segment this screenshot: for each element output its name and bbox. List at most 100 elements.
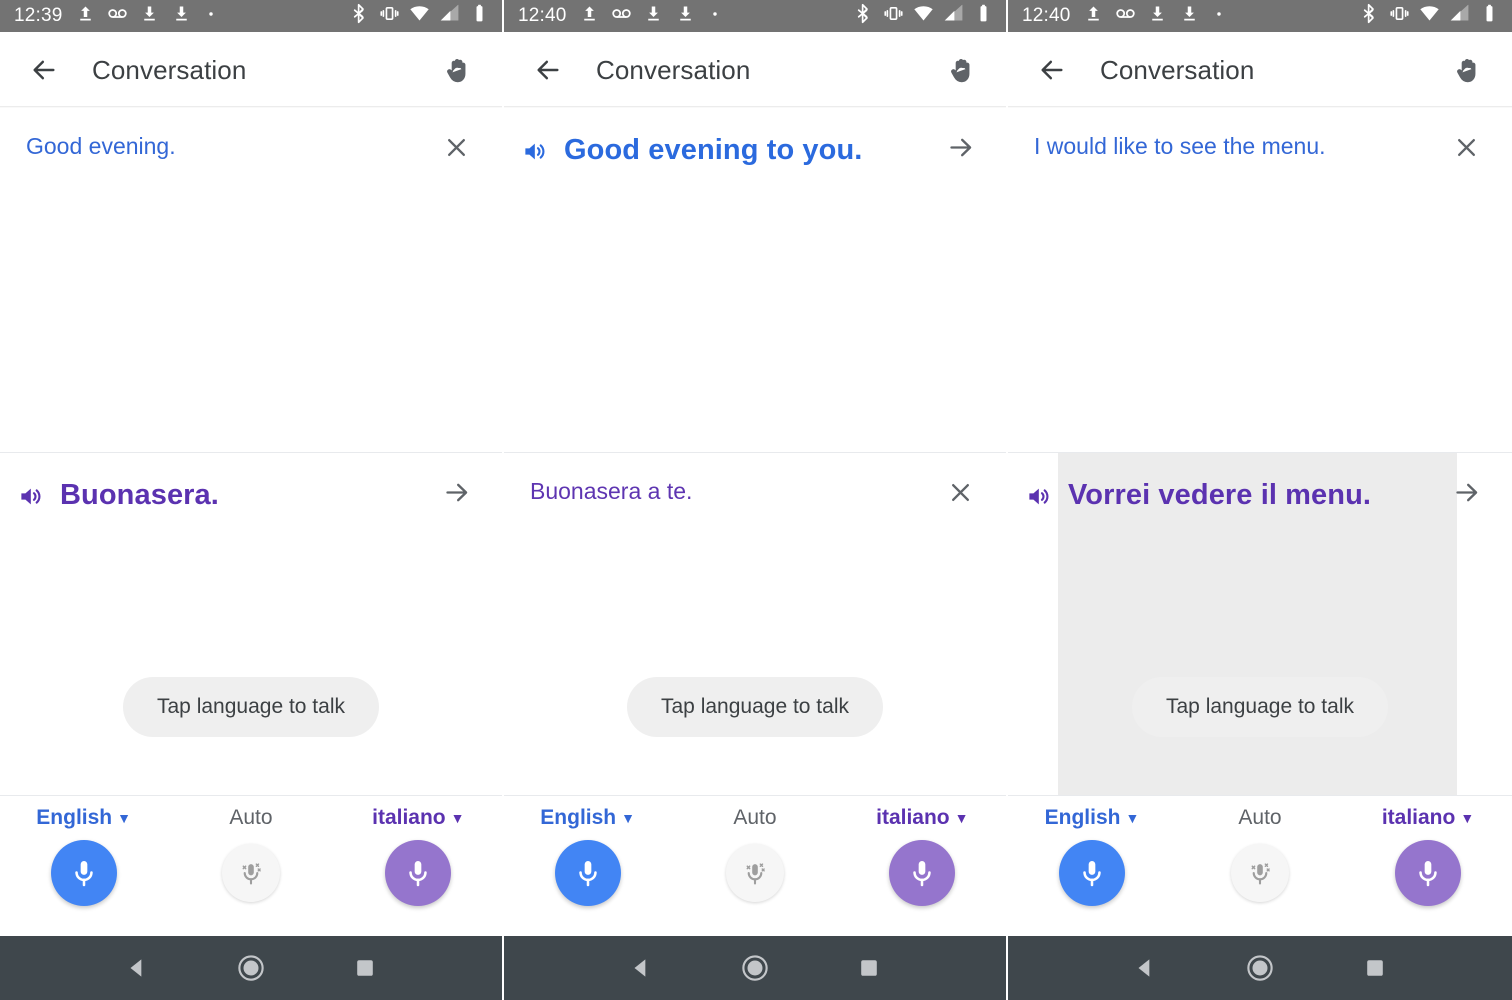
recents-square-button[interactable]	[340, 943, 390, 993]
send-forward-button[interactable]	[1438, 477, 1494, 506]
conversation-area: I would like to see the menu. Vorrei vede…	[1008, 108, 1512, 795]
download-icon	[1147, 3, 1168, 29]
status-bar-right-icons	[853, 3, 994, 29]
voicemail-icon	[107, 3, 128, 29]
status-bar-clock: 12:40	[1022, 5, 1071, 26]
language-control-right: italiano ▼	[839, 806, 1005, 906]
dot-icon	[1211, 6, 1227, 27]
home-circle-button[interactable]	[226, 943, 276, 993]
mic-button-target[interactable]	[385, 840, 452, 906]
status-bar: 12:39	[0, 0, 502, 32]
chevron-down-icon: ▼	[450, 810, 465, 826]
voicemail-icon	[1115, 3, 1136, 29]
status-bar: 12:40	[1008, 0, 1512, 32]
recents-square-button[interactable]	[844, 943, 894, 993]
upload-icon	[1083, 3, 1104, 29]
dismiss-button[interactable]	[1438, 132, 1494, 161]
hand-raise-button[interactable]	[940, 48, 984, 92]
language-button-target[interactable]: italiano ▼	[1382, 806, 1474, 830]
cellular-signal-icon	[439, 3, 460, 29]
language-button-source[interactable]: English ▼	[36, 806, 131, 830]
mic-button-auto[interactable]	[1231, 844, 1289, 902]
language-button-source[interactable]: English ▼	[540, 806, 635, 830]
upload-icon	[75, 3, 96, 29]
home-circle-button[interactable]	[730, 943, 780, 993]
mic-button-auto[interactable]	[725, 844, 784, 902]
phrase-text[interactable]: Good evening.	[26, 132, 428, 161]
mic-button-source[interactable]	[554, 840, 621, 906]
app-bar: Conversation	[0, 32, 502, 108]
send-forward-button[interactable]	[932, 132, 988, 161]
conversation-area: Good evening. Buonasera. Tap language to t…	[0, 108, 502, 795]
dismiss-button[interactable]	[428, 132, 484, 161]
app-bar: Conversation	[504, 32, 1006, 108]
phrase-text[interactable]: Buonasera.	[60, 477, 428, 513]
phone-screenshot-panel-1: 12:39 Conversation Good evening. Buonasera.…	[0, 0, 504, 1000]
android-nav-bar	[1008, 936, 1512, 1000]
back-triangle-button[interactable]	[1120, 943, 1170, 993]
wifi-icon	[913, 3, 934, 29]
battery-icon	[973, 3, 994, 29]
conversation-half-bottom: Vorrei vedere il menu. Tap language to ta…	[1008, 451, 1512, 795]
language-button-target[interactable]: italiano ▼	[372, 806, 464, 830]
status-bar-left-icons	[75, 3, 219, 29]
dismiss-button[interactable]	[932, 477, 988, 506]
phrase-row: Buonasera.	[18, 477, 484, 513]
status-bar-left-icons	[579, 3, 723, 29]
page-title: Conversation	[1100, 54, 1255, 85]
android-nav-bar	[0, 936, 502, 1000]
back-triangle-button[interactable]	[112, 943, 162, 993]
page-title: Conversation	[596, 54, 751, 85]
language-button-auto[interactable]: Auto	[733, 806, 776, 830]
hand-raise-button[interactable]	[436, 48, 480, 92]
bluetooth-icon	[1359, 3, 1380, 29]
phrase-text[interactable]: Good evening to you.	[564, 132, 932, 168]
speaker-button[interactable]	[522, 132, 564, 165]
screenshot-root: 12:39 Conversation Good evening. Buonasera.…	[0, 0, 1512, 1000]
recents-square-button[interactable]	[1350, 943, 1400, 993]
chevron-down-icon: ▼	[621, 810, 635, 826]
mic-button-auto[interactable]	[221, 844, 280, 902]
status-bar-right-icons	[1359, 3, 1500, 29]
status-bar-right-icons	[349, 3, 490, 29]
cellular-signal-icon	[943, 3, 964, 29]
mic-button-source[interactable]	[1059, 840, 1125, 906]
language-controls: English ▼ Auto italiano ▼	[504, 795, 1006, 936]
conversation-half-bottom: Buonasera a te. Tap language to talk	[504, 451, 1006, 796]
language-button-auto[interactable]: Auto	[229, 806, 272, 830]
mic-button-target[interactable]	[1395, 840, 1461, 906]
phrase-text[interactable]: I would like to see the menu.	[1034, 132, 1438, 161]
home-circle-button[interactable]	[1235, 943, 1285, 993]
phone-screenshot-panel-2: 12:40 Conversation Good evening to you. Buo…	[504, 0, 1008, 1000]
phrase-text[interactable]: Vorrei vedere il menu.	[1068, 477, 1438, 513]
tap-language-tooltip: Tap language to talk	[123, 677, 379, 737]
language-button-source[interactable]: English ▼	[1045, 806, 1140, 830]
language-button-target[interactable]: italiano ▼	[876, 806, 968, 830]
mic-button-target[interactable]	[889, 840, 956, 906]
back-button[interactable]	[526, 48, 570, 92]
speaker-button[interactable]	[1026, 477, 1068, 510]
language-control-left: English ▼	[1, 806, 167, 906]
phrase-text[interactable]: Buonasera a te.	[530, 477, 932, 506]
app-bar: Conversation	[1008, 32, 1512, 108]
wifi-icon	[409, 3, 430, 29]
language-control-center: Auto	[1177, 806, 1343, 902]
back-button[interactable]	[1030, 48, 1074, 92]
back-triangle-button[interactable]	[616, 943, 666, 993]
conversation-half-top: Good evening to you.	[504, 108, 1006, 452]
language-control-center: Auto	[672, 806, 838, 902]
send-forward-button[interactable]	[428, 477, 484, 506]
phrase-row: Buonasera a te.	[522, 477, 988, 506]
chevron-down-icon: ▼	[954, 810, 969, 826]
language-button-auto[interactable]: Auto	[1238, 806, 1281, 830]
hand-raise-button[interactable]	[1446, 48, 1490, 92]
status-bar-left-icons	[1083, 3, 1227, 29]
download-icon	[675, 3, 696, 29]
language-name: Auto	[229, 806, 273, 829]
language-control-right: italiano ▼	[335, 806, 501, 906]
back-button[interactable]	[22, 48, 66, 92]
phrase-row: Good evening to you.	[522, 132, 988, 168]
speaker-button[interactable]	[18, 477, 60, 510]
mic-button-source[interactable]	[50, 840, 117, 906]
chevron-down-icon: ▼	[117, 810, 131, 826]
